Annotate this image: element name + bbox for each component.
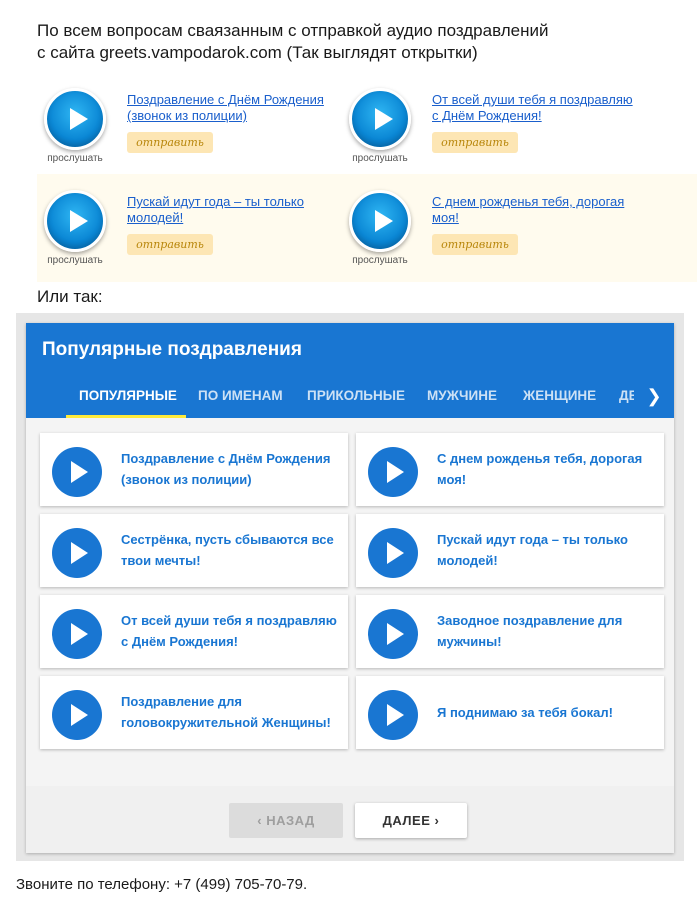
intro-line-2: с сайта greets.vampodarok.com (Так выгля… (37, 43, 478, 62)
postcard-title-link[interactable]: Поздравление с Днём Рождения (звонок из … (127, 92, 337, 124)
greeting-title[interactable]: От всей души тебя я поздравляю с Днём Ро… (121, 610, 345, 652)
play-icon[interactable] (368, 609, 418, 659)
greetings-widget: Популярные поздравления ПОПУЛЯРНЫЕ ПО ИМ… (26, 323, 674, 853)
prev-label: НАЗАД (266, 813, 315, 828)
chevron-right-icon[interactable]: ❯ (634, 381, 674, 418)
postcard: прослушать Пускай идут года – ты только … (42, 188, 342, 280)
send-button[interactable]: отправить (127, 132, 213, 153)
greeting-title[interactable]: Пускай идут года – ты только молодей! (437, 529, 661, 571)
active-tab-indicator (66, 415, 186, 418)
widget-header: Популярные поздравления ПОПУЛЯРНЫЕ ПО ИМ… (26, 323, 674, 418)
greeting-title[interactable]: Поздравление с Днём Рождения (звонок из … (121, 448, 345, 490)
next-page-button[interactable]: ДАЛЕЕ › (355, 803, 467, 838)
tab-funny[interactable]: ПРИКОЛЬНЫЕ (307, 381, 405, 418)
play-icon[interactable] (44, 190, 106, 252)
greeting-card[interactable]: Сестрёнка, пусть сбываются все твои мечт… (40, 514, 348, 587)
play-icon[interactable] (368, 690, 418, 740)
postcard-title-link[interactable]: От всей души тебя я поздравляю с Днём Ро… (432, 92, 642, 124)
tab-women[interactable]: ЖЕНЩИНЕ (523, 381, 596, 418)
or-label: Или так: (37, 287, 103, 306)
play-icon[interactable] (52, 690, 102, 740)
tab-popular[interactable]: ПОПУЛЯРНЫЕ (79, 381, 177, 418)
greeting-card[interactable]: Заводное поздравление для мужчины! (356, 595, 664, 668)
play-icon[interactable] (52, 528, 102, 578)
postcard-title-link[interactable]: Пускай идут года – ты только молодей! (127, 194, 337, 226)
widget-frame: Популярные поздравления ПОПУЛЯРНЫЕ ПО ИМ… (16, 313, 684, 861)
chevron-right-icon: › (434, 813, 440, 828)
postcards-section: прослушать Поздравление с Днём Рождения … (37, 82, 697, 282)
greeting-card[interactable]: С днем рожденья тебя, дорогая моя! (356, 433, 664, 506)
greeting-card[interactable]: От всей души тебя я поздравляю с Днём Ро… (40, 595, 348, 668)
play-icon[interactable] (349, 88, 411, 150)
play-control[interactable]: прослушать (347, 190, 413, 266)
phone-text: Звоните по телефону: +7 (499) 705-70-79. (16, 876, 308, 893)
postcard: прослушать От всей души тебя я поздравля… (347, 86, 647, 178)
prev-page-button[interactable]: ‹ НАЗАД (229, 803, 343, 838)
intro-line-1: По всем вопросам сваязанным с отправкой … (37, 21, 549, 40)
postcard-title-link[interactable]: С днем рожденья тебя, дорогая моя! (432, 194, 642, 226)
greeting-card[interactable]: Я поднимаю за тебя бокал! (356, 676, 664, 749)
play-icon[interactable] (368, 447, 418, 497)
next-label: ДАЛЕЕ (382, 813, 431, 828)
tab-by-names[interactable]: ПО ИМЕНАМ (198, 381, 283, 418)
play-icon[interactable] (44, 88, 106, 150)
play-icon[interactable] (368, 528, 418, 578)
listen-label[interactable]: прослушать (347, 255, 413, 266)
play-icon[interactable] (349, 190, 411, 252)
play-control[interactable]: прослушать (347, 88, 413, 164)
listen-label[interactable]: прослушать (42, 153, 108, 164)
greeting-card[interactable]: Поздравление с Днём Рождения (звонок из … (40, 433, 348, 506)
send-button[interactable]: отправить (432, 132, 518, 153)
greeting-title[interactable]: Поздравление для головокружительной Женщ… (121, 691, 345, 733)
greeting-title[interactable]: С днем рожденья тебя, дорогая моя! (437, 448, 661, 490)
postcard: прослушать С днем рожденья тебя, дорогая… (347, 188, 647, 280)
pagination: ‹ НАЗАД ДАЛЕЕ › (26, 786, 674, 853)
send-button[interactable]: отправить (432, 234, 518, 255)
category-tabs: ПОПУЛЯРНЫЕ ПО ИМЕНАМ ПРИКОЛЬНЫЕ МУЖЧИНЕ … (26, 381, 674, 418)
play-control[interactable]: прослушать (42, 190, 108, 266)
widget-title: Популярные поздравления (42, 339, 302, 360)
postcards-row-1: прослушать Поздравление с Днём Рождения … (37, 82, 697, 174)
listen-label[interactable]: прослушать (347, 153, 413, 164)
greeting-title[interactable]: Заводное поздравление для мужчины! (437, 610, 661, 652)
listen-label[interactable]: прослушать (42, 255, 108, 266)
greeting-title[interactable]: Я поднимаю за тебя бокал! (437, 702, 661, 723)
send-button[interactable]: отправить (127, 234, 213, 255)
tab-men[interactable]: МУЖЧИНЕ (427, 381, 497, 418)
postcard: прослушать Поздравление с Днём Рождения … (42, 86, 342, 178)
play-control[interactable]: прослушать (42, 88, 108, 164)
greeting-card[interactable]: Пускай идут года – ты только молодей! (356, 514, 664, 587)
play-icon[interactable] (52, 447, 102, 497)
postcards-row-2: прослушать Пускай идут года – ты только … (37, 174, 697, 282)
greeting-card[interactable]: Поздравление для головокружительной Женщ… (40, 676, 348, 749)
intro-text: По всем вопросам сваязанным с отправкой … (37, 20, 677, 64)
chevron-left-icon: ‹ (257, 813, 263, 828)
greeting-title[interactable]: Сестрёнка, пусть сбываются все твои мечт… (121, 529, 345, 571)
play-icon[interactable] (52, 609, 102, 659)
